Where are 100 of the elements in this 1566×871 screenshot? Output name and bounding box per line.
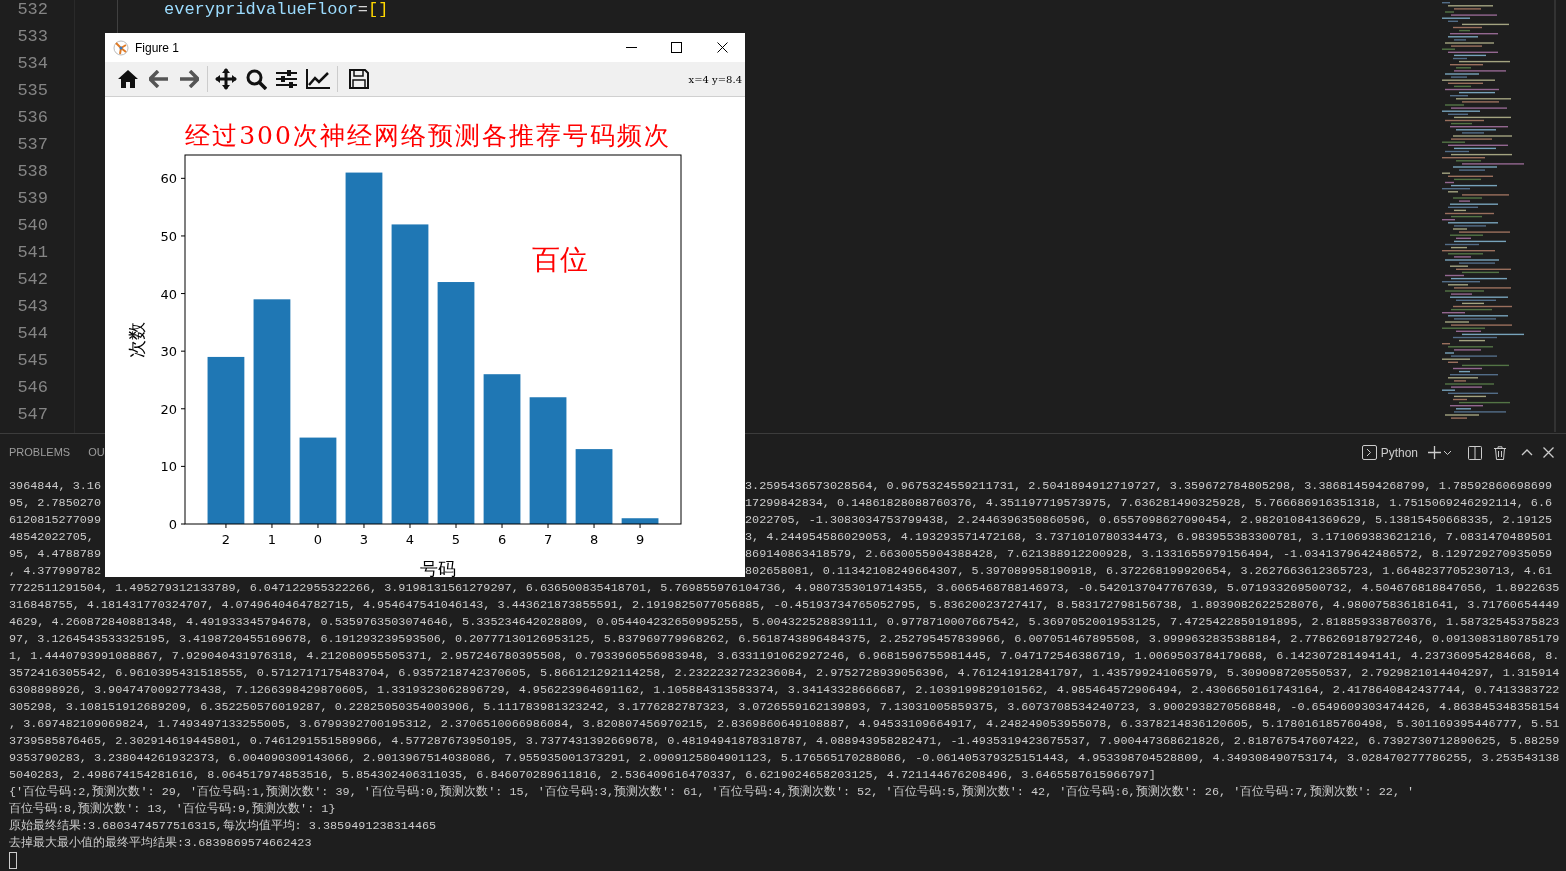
tick-label: 0 bbox=[168, 517, 177, 532]
tick-label: 0 bbox=[313, 532, 323, 547]
terminal-line: 去掉最大最小值的最终平均结果:3.6839869574662423 bbox=[9, 835, 312, 852]
terminal-line: 95, 4.4788789 bbox=[9, 547, 102, 561]
code-line: everypridvalueFloor=[] bbox=[164, 0, 390, 21]
close-icon[interactable] bbox=[717, 42, 728, 53]
panel-tab[interactable]: PROBLEMS bbox=[9, 444, 71, 461]
line-number: 532 bbox=[17, 0, 48, 21]
bar bbox=[621, 518, 659, 524]
panel-tab[interactable]: OU bbox=[88, 444, 105, 461]
back-arrow-icon[interactable] bbox=[149, 70, 169, 88]
tick-label: 30 bbox=[160, 344, 177, 360]
search-icon[interactable] bbox=[246, 68, 267, 90]
line-chart-icon[interactable] bbox=[306, 69, 330, 89]
terminal-line: 97, 3.1264543533325195, 3.4198720455169678, 6.191293239593506, 0.20777130126953125, 5.837969779968262, 6.5618743896484375, 2.252795457839966, 6.007051467895508, 3.9999632835388184, 2.7786269187927246, 0.0913083180785179 bbox=[9, 631, 1560, 648]
axis-label: 号码 bbox=[420, 558, 456, 577]
terminal-line: {'百位号码:2,预测次数': 29, '百位号码:1,预测次数': 39, '百位号码:0,预测次数': 15, '百位号码:3,预测次数': 61, '百位号码:4,预测次数': 52, '百位号码:5,预测次数': 42, '百位号码:6,预测次数': 26, '百位号码:7,预测次数': 22, ' bbox=[9, 784, 1415, 801]
chart-title: 经过300次神经网络预测各推荐号码频次 bbox=[185, 121, 671, 150]
tick-label: 40 bbox=[160, 286, 177, 302]
terminal-line: 3.2595436573028564, 0.9675324559211731, 2.5041894912719727, 3.359672784805298, 3.386814594268799, 1.78592860698699 bbox=[745, 478, 1553, 495]
tick-mark bbox=[363, 523, 365, 529]
terminal-line: 3964844, 3.16 bbox=[9, 479, 102, 493]
terminal-line: 305298, 3.108151912689209, 6.352250576019287, 0.22825050354003906, 5.111783981323242, 3.1776282787323, 3.0726559162139893, 7.13031005859375, 3.6073708534240723, 3.9002938270568848, -0.6549609303474426, 4.863845348358154 bbox=[9, 699, 1560, 716]
terminal-line: 316848755, 4.181431770324707, 4.0749640464782715, 4.954647541046143, 3.443621873855591, 2.1919825077056885, -0.45193734765052795, 5.83620023727417, 8.583172798156738, 1.8939082622528076, 4.980075836181641, 3.71760654449 bbox=[9, 597, 1560, 614]
window-title: Figure 1 bbox=[135, 39, 180, 57]
terminal-line: 7722511291504, 1.495279312133789, 6.047122955322266, 3.9198131561279297, 6.636500835418701, 5.769855976104736, 4.9807353019714355, 3.6065468788146973, -0.5420137047767639, 5.071933269500732, 4.504676818847656, 1.8922635 bbox=[9, 580, 1560, 597]
tick-label: 50 bbox=[160, 228, 177, 244]
chart-annotation: 百位 bbox=[532, 243, 588, 276]
tick-mark bbox=[639, 523, 641, 529]
axis-label: 次数 bbox=[126, 321, 147, 358]
line-number: 536 bbox=[17, 107, 48, 129]
move-icon[interactable] bbox=[215, 68, 237, 90]
terminal-name[interactable]: Python bbox=[1380, 443, 1418, 462]
terminal-line: 95, 2.7850270 bbox=[9, 496, 102, 510]
trash-icon[interactable] bbox=[1494, 445, 1506, 460]
terminal-line: 6120815277099 bbox=[9, 513, 102, 527]
tick-mark bbox=[180, 408, 186, 410]
terminal-line: 3572416305542, 6.9610395431518555, 0.5712717175483704, 6.9357218742370605, 5.866121292114258, 2.2322232723236084, 2.9752728939056396, 4.761241912841797, 1.435799241065979, 5.309098720550537, 2.7929821014404297, 1.315914 bbox=[9, 665, 1560, 682]
terminal-line: 百位号码:8,预测次数': 13, '百位号码:9,预测次数': 1} bbox=[9, 801, 336, 818]
line-number: 533 bbox=[17, 26, 48, 48]
tick-label: 9 bbox=[635, 532, 645, 547]
terminal-line: 48542022705, bbox=[9, 530, 94, 544]
terminal-line: , 3.697482109069824, 1.7493497133255005, 3.6799392700195312, 2.3706510066986084, 3.820807456970215, 2.8369860649108887, 4.94533109664917, 4.248249053955078, 6.3378214836120605, 5.178016185760498, 5.301169395446777, 5.51 bbox=[9, 716, 1560, 733]
chevron-up-icon[interactable] bbox=[1521, 449, 1533, 456]
tick-label: 1 bbox=[267, 532, 277, 547]
terminal-line: , 4.377999782 bbox=[9, 564, 102, 578]
save-icon[interactable] bbox=[349, 69, 369, 89]
tick-label: 60 bbox=[160, 171, 177, 187]
tick-mark bbox=[593, 523, 595, 529]
tick-mark bbox=[180, 465, 186, 467]
terminal-line: 17299842834, 0.14861828088760376, 4.351197719573975, 7.636281490325928, 5.766686916351318, 1.7515069246292114, 6.6 bbox=[745, 495, 1553, 512]
tick-mark bbox=[180, 235, 186, 237]
sliders-icon[interactable] bbox=[276, 69, 297, 89]
terminal-line: 9353790283, 3.238044261932373, 6.004090309143066, 2.9013967514038086, 7.955935001373291, 2.0909125804901123, 5.176565170288086, -0.061405379325151443, 4.953398704528809, 4.349308490753174, 3.028470277786255, 3.253543138 bbox=[9, 750, 1560, 767]
terminal-cursor bbox=[9, 852, 17, 869]
plus-icon[interactable] bbox=[1428, 446, 1441, 459]
tick-label: 2 bbox=[221, 532, 231, 547]
terminal-icon[interactable] bbox=[1361, 445, 1377, 460]
cursor-coordinates: x=4 y=8.4 bbox=[688, 72, 742, 87]
line-number: 547 bbox=[17, 404, 48, 426]
tick-mark bbox=[180, 293, 186, 295]
terminal-line: 802658081, 0.11342108249664307, 5.397089958190918, 6.372268199920654, 3.2627663612365723, 1.6648237705230713, 4.61 bbox=[745, 563, 1553, 580]
terminal-line: 1, 1.4440793991088867, 7.929040431976318, 4.212080955505371, 2.957246780395508, 0.7933960556983948, 3.6331191062927246, 6.9681596755981445, 7.047172546386719, 1.0069503784179688, 6.142307281494141, 4.237360954284668, 8. bbox=[9, 648, 1560, 665]
tick-label: 8 bbox=[589, 532, 599, 547]
line-number: 543 bbox=[17, 296, 48, 318]
tick-mark bbox=[409, 523, 411, 529]
tick-label: 4 bbox=[405, 532, 415, 547]
chevron-down-icon[interactable] bbox=[1443, 449, 1452, 456]
terminal-line: 4629, 4.260872840881348, 4.491933345794678, 0.5359763503074646, 5.335234642028809, 0.054404232650995255, 5.004322528839111, 0.9778710007667542, 5.3697052001953125, 7.4725422859191895, 2.818859338760376, 1.58732545375823 bbox=[9, 614, 1560, 631]
terminal-line: 3, 4.244954586029053, 4.193293571472168, 3.7371010780334473, 6.983955383300781, 3.171069383621216, 7.0831470489501 bbox=[745, 529, 1553, 546]
line-number: 542 bbox=[17, 269, 48, 291]
tick-label: 5 bbox=[451, 532, 461, 547]
tick-mark bbox=[225, 523, 227, 529]
tick-mark bbox=[180, 350, 186, 352]
tick-mark bbox=[501, 523, 503, 529]
line-number: 537 bbox=[17, 134, 48, 156]
line-number: 538 bbox=[17, 161, 48, 183]
line-number: 545 bbox=[17, 350, 48, 372]
tick-label: 10 bbox=[160, 459, 177, 475]
tick-mark bbox=[180, 523, 186, 525]
line-number: 541 bbox=[17, 242, 48, 264]
tick-label: 7 bbox=[543, 532, 553, 547]
line-number: 540 bbox=[17, 215, 48, 237]
terminal-line: 5040283, 2.498674154281616, 8.064517974853516, 5.854302406311035, 6.846070289611816, 2.536409616470337, 6.6219024658203125, 4.721144676208496, 3.6465587615966797] bbox=[9, 767, 1156, 784]
line-number: 535 bbox=[17, 80, 48, 102]
forward-arrow-icon[interactable] bbox=[179, 70, 199, 88]
maximize-icon[interactable] bbox=[671, 42, 682, 53]
tick-mark bbox=[180, 177, 186, 179]
terminal-line: 869140863418579, 2.6630055904388428, 7.621388912200928, 3.1331655979156494, -1.0341379642486572, 8.129729270935059 bbox=[745, 546, 1553, 563]
terminal-line: 6308898926, 3.9047470092773438, 7.1266398429870605, 1.3319323062896729, 4.956223964691162, 1.105884313583374, 3.34143328666687, 2.1039199829101562, 4.985464572906494, 2.4306650161743164, 2.4178640842437744, 0.7413383722 bbox=[9, 682, 1560, 699]
line-number: 544 bbox=[17, 323, 48, 345]
terminal-line: 原始最终结果:3.6803474577516315,每次均值平均: 3.3859491238314465 bbox=[9, 818, 437, 835]
tick-mark bbox=[271, 523, 273, 529]
tick-label: 20 bbox=[160, 401, 177, 417]
home-icon[interactable] bbox=[117, 69, 139, 89]
tick-label: 3 bbox=[359, 532, 369, 547]
tick-mark bbox=[317, 523, 319, 529]
split-icon[interactable] bbox=[1468, 445, 1482, 460]
app-icon bbox=[113, 39, 129, 56]
line-number: 546 bbox=[17, 377, 48, 399]
